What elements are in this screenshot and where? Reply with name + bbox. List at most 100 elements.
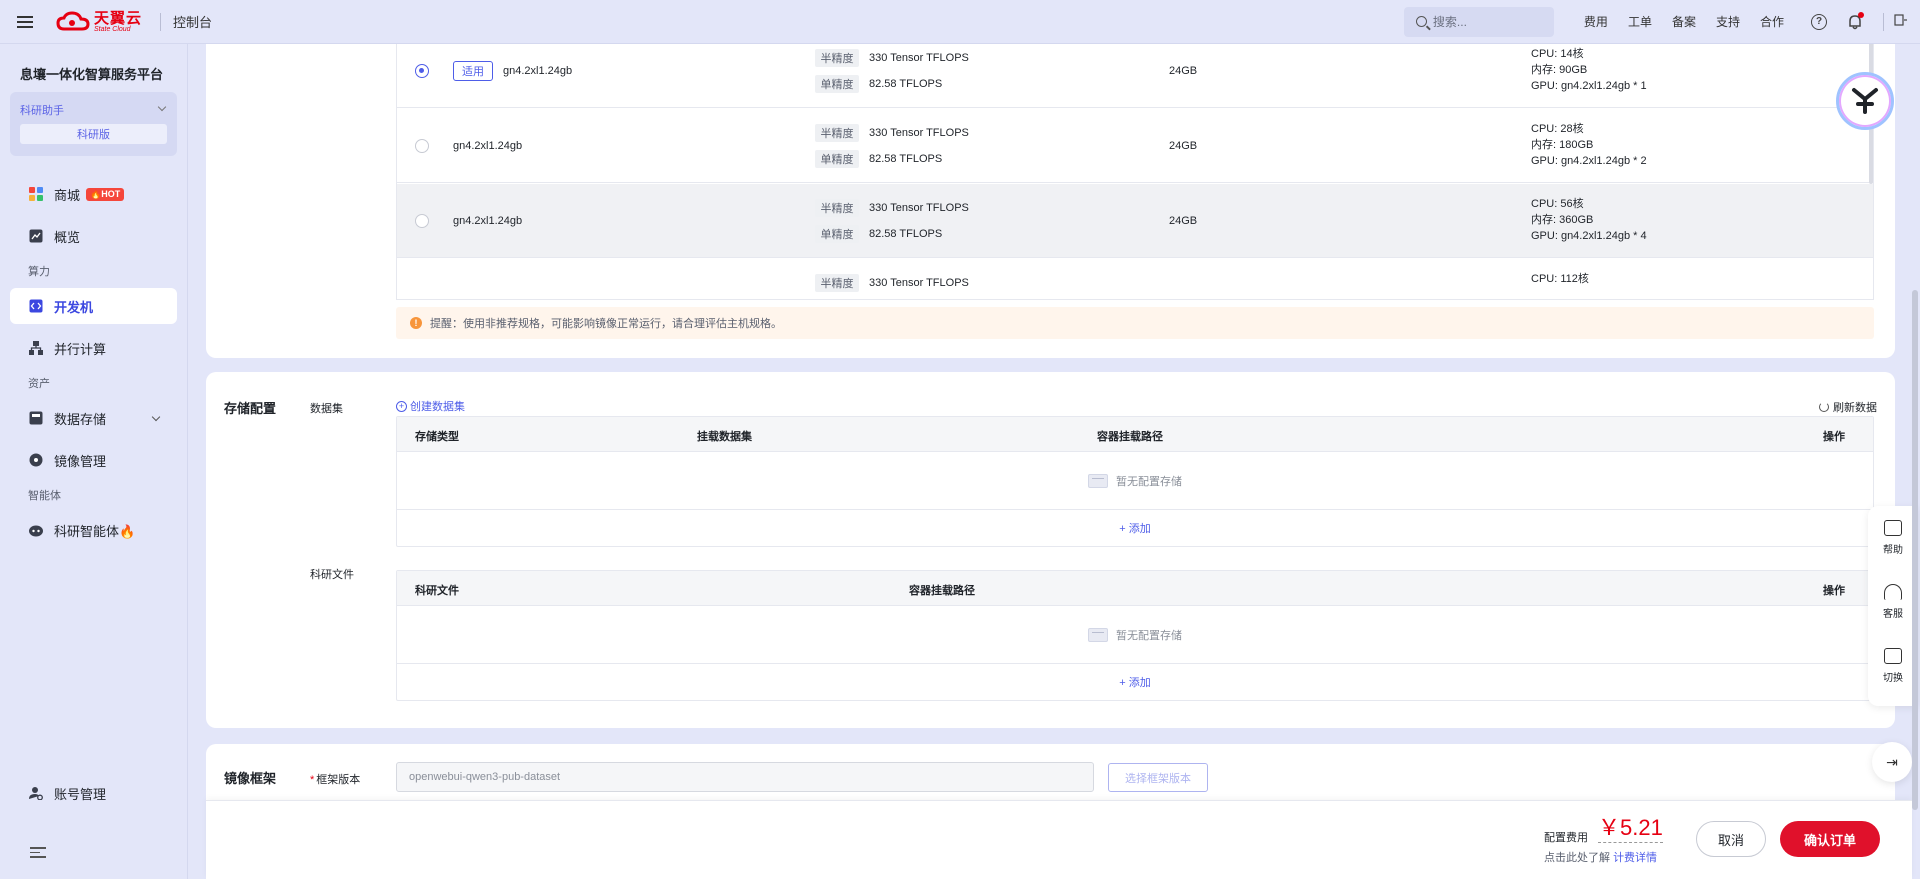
- column-header: 存储类型: [415, 431, 459, 443]
- divider: [160, 12, 162, 31]
- cpu-spec: CPU: 28核: [1531, 123, 1584, 135]
- half-precision-label: 半精度: [815, 124, 859, 142]
- chart-icon: [28, 228, 44, 244]
- half-precision-label: 半精度: [815, 274, 859, 292]
- files-label: 科研文件: [310, 569, 354, 581]
- top-link-tickets[interactable]: 工单: [1628, 13, 1652, 30]
- sidebar-item-label: 并行计算: [54, 341, 107, 357]
- hot-badge: 🔥HOT: [86, 187, 125, 201]
- version-input[interactable]: openwebui-qwen3-pub-dataset: [396, 762, 1094, 792]
- console-title[interactable]: 控制台: [173, 12, 212, 31]
- top-link-filing[interactable]: 备案: [1672, 13, 1696, 30]
- sidebar-item-label: 科研智能体🔥: [54, 523, 136, 539]
- switch-icon: [1884, 648, 1902, 664]
- logo-en-text: State Cloud: [94, 25, 131, 33]
- column-header: 操作: [1823, 431, 1845, 443]
- add-dataset-button[interactable]: + 添加: [397, 509, 1873, 546]
- database-icon: [28, 410, 44, 426]
- sidebar-item-label: 概览: [54, 229, 81, 245]
- platform-name: 息壤一体化智算服务平台: [20, 67, 164, 82]
- top-link-support[interactable]: 支持: [1716, 13, 1740, 30]
- sidebar-item-devbox[interactable]: 开发机: [10, 288, 177, 324]
- spec-name: gn4.2xl1.24gb: [453, 140, 523, 152]
- help-icon[interactable]: ?: [1810, 13, 1828, 31]
- search-placeholder: 搜索...: [1432, 15, 1467, 29]
- add-file-button[interactable]: + 添加: [397, 663, 1873, 700]
- nav-group-compute: 算力: [28, 266, 50, 278]
- empty-state: 暂无配置存储: [397, 451, 1873, 509]
- switch-tool[interactable]: 切换: [1868, 634, 1918, 698]
- top-link-fees[interactable]: 费用: [1584, 13, 1608, 30]
- storage-card: 存储配置 数据集 + 创建数据集 刷新数据 存储类型 挂载数据集 容器挂载路径 …: [206, 372, 1895, 728]
- spec-radio[interactable]: [415, 139, 429, 153]
- dataset-label: 数据集: [310, 403, 343, 415]
- collapse-sidebar-icon[interactable]: [30, 847, 46, 859]
- cancel-button[interactable]: 取消: [1696, 821, 1766, 857]
- user-gear-icon: [28, 785, 44, 801]
- sidebar-item-overview[interactable]: 概览: [10, 218, 177, 254]
- warning-icon: !: [410, 317, 422, 329]
- tool-label: 客服: [1883, 609, 1903, 620]
- billing-details-link[interactable]: 计费详情: [1613, 852, 1657, 864]
- gpu-spec: GPU: gn4.2xl1.24gb * 1: [1531, 80, 1647, 92]
- column-header: 科研文件: [415, 585, 459, 597]
- order-footer: 配置费用 ￥5.21 点击此处了解 计费详情 取消 确认订单: [206, 800, 1912, 879]
- refresh-label: 刷新数据: [1833, 402, 1877, 414]
- sidebar-item-storage[interactable]: 数据存储: [10, 400, 177, 436]
- bell-icon[interactable]: [1846, 11, 1864, 31]
- single-precision-value: 82.58 TFLOPS: [869, 153, 943, 165]
- dataset-table: 存储类型 挂载数据集 容器挂载路径 操作 暂无配置存储 + 添加: [396, 416, 1874, 547]
- sidebar-item-account[interactable]: 账号管理: [10, 775, 178, 811]
- sidebar-item-image[interactable]: 镜像管理: [10, 442, 177, 478]
- customer-service-tool[interactable]: 客服: [1868, 570, 1918, 634]
- ai-bot-icon: [1852, 88, 1878, 114]
- sidebar-item-mall[interactable]: 商城 🔥HOT: [10, 176, 177, 212]
- half-precision-value: 330 Tensor TFLOPS: [869, 277, 969, 289]
- gpu-memory: 24GB: [1169, 215, 1198, 227]
- fee-value[interactable]: ￥5.21: [1598, 815, 1663, 843]
- half-precision-label: 半精度: [815, 49, 859, 67]
- cloud-logo-icon: [56, 10, 90, 30]
- confirm-order-button[interactable]: 确认订单: [1780, 821, 1880, 857]
- table-row[interactable]: gn4.2xl1.24gb 半精度 330 Tensor TFLOPS 单精度 …: [397, 184, 1873, 258]
- nav-group-assets: 资产: [28, 378, 50, 390]
- half-precision-value: 330 Tensor TFLOPS: [869, 127, 969, 139]
- spec-radio[interactable]: [415, 214, 429, 228]
- column-header: 挂载数据集: [697, 431, 752, 443]
- sidebar-item-label: 账号管理: [54, 786, 107, 802]
- single-precision-label: 单精度: [815, 75, 859, 93]
- assistant-selector[interactable]: 科研助手 科研版: [10, 92, 177, 156]
- hamburger-menu-icon[interactable]: [0, 0, 50, 44]
- spec-name: gn4.2xl1.24gb: [503, 65, 573, 77]
- sidebar: 息壤一体化智算服务平台 科研助手 科研版 商城 🔥HOT 概览 算力 开发机 并…: [0, 44, 188, 879]
- spec-radio[interactable]: [415, 64, 429, 78]
- top-link-cooperation[interactable]: 合作: [1760, 13, 1784, 30]
- page-scrollbar[interactable]: [1912, 290, 1918, 810]
- table-row[interactable]: 适用 gn4.2xl1.24gb 半精度 330 Tensor TFLOPS 单…: [397, 44, 1873, 108]
- chevron-down-icon: [151, 412, 161, 422]
- empty-text: 暂无配置存储: [1116, 475, 1182, 488]
- spec-name: gn4.2xl1.24gb: [453, 215, 523, 227]
- column-header: 容器挂载路径: [1097, 431, 1163, 443]
- collapse-right-icon[interactable]: ⇥: [1872, 742, 1912, 782]
- help-tool[interactable]: 帮助: [1868, 506, 1918, 570]
- empty-box-icon: [1088, 627, 1108, 642]
- top-bar: 天翼云 State Cloud 控制台 搜索... 费用 工单 备案 支持 合作…: [0, 0, 1920, 44]
- refresh-button[interactable]: 刷新数据: [1819, 399, 1877, 415]
- sidebar-item-agent[interactable]: 科研智能体🔥: [10, 512, 177, 548]
- warning-text: 提醒：使用非推荐规格，可能影响镜像正常运行，请合理评估主机规格。: [430, 318, 782, 330]
- table-row[interactable]: gn4.2xl1.24gb 半精度 330 Tensor TFLOPS 单精度 …: [397, 109, 1873, 183]
- search-input[interactable]: 搜索...: [1403, 6, 1554, 37]
- user-menu-icon[interactable]: [1894, 14, 1908, 29]
- table-header: 存储类型 挂载数据集 容器挂载路径 操作: [397, 417, 1873, 451]
- sidebar-item-parallel[interactable]: 并行计算: [10, 330, 177, 366]
- select-version-button[interactable]: 选择框架版本: [1108, 763, 1208, 792]
- create-dataset-link[interactable]: + 创建数据集: [396, 398, 465, 414]
- logo[interactable]: 天翼云 State Cloud: [56, 11, 142, 33]
- fee-hint: 点击此处了解 计费详情: [1544, 849, 1657, 865]
- column-header: 容器挂载路径: [909, 585, 975, 597]
- section-title: 镜像框架: [224, 771, 277, 786]
- table-row[interactable]: 半精度 330 Tensor TFLOPS CPU: 112核: [397, 259, 1873, 299]
- plus-circle-icon: +: [396, 400, 407, 412]
- assistant-avatar[interactable]: [1836, 72, 1894, 130]
